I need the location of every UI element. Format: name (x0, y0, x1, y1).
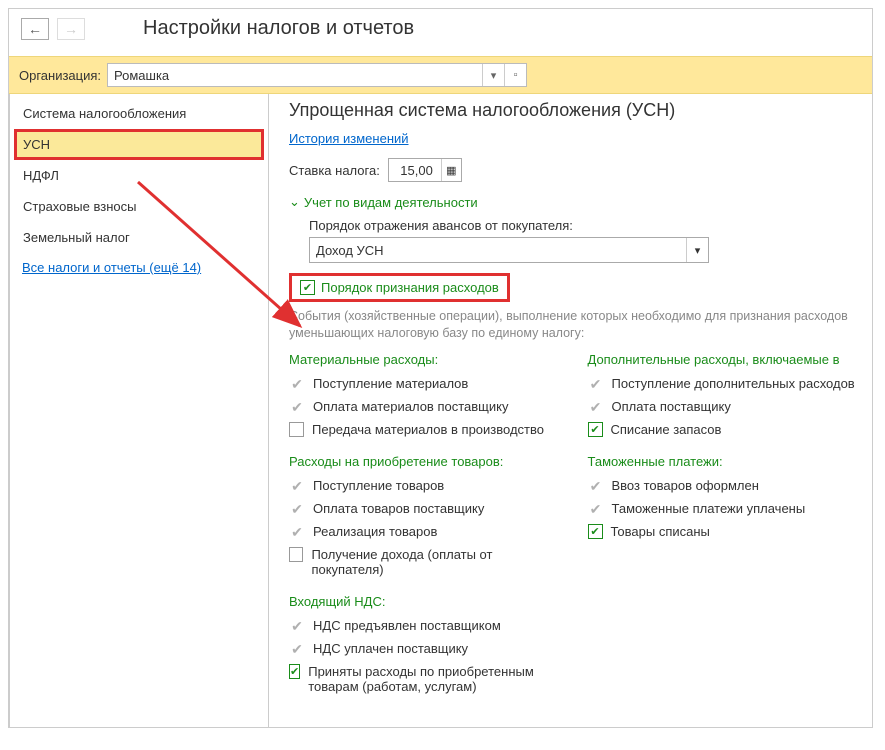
vat-accepted-checkbox[interactable] (289, 664, 300, 679)
check-icon: ✔ (289, 641, 305, 658)
sidebar-item-land-tax[interactable]: Земельный налог (14, 222, 264, 253)
chevron-down-icon: ⌄ (289, 194, 300, 210)
page-title: Настройки налогов и отчетов (143, 17, 414, 40)
sidebar: Система налогообложения УСН НДФЛ Страхов… (9, 94, 269, 728)
writeoff-checkbox[interactable] (588, 422, 603, 437)
description-text: События (хозяйственные операции), выполн… (289, 308, 856, 342)
material-transfer-checkbox[interactable] (289, 422, 304, 437)
check-icon: ✔ (588, 376, 604, 393)
main-title: Упрощенная система налогообложения (УСН) (289, 100, 856, 121)
org-dropdown-icon[interactable]: ▾ (482, 64, 504, 86)
sidebar-item-ndfl[interactable]: НДФЛ (14, 160, 264, 191)
income-receipt-checkbox[interactable] (289, 547, 303, 562)
recognition-label: Порядок признания расходов (321, 280, 499, 295)
recognition-checkbox[interactable]: ✔ (300, 280, 315, 295)
advance-combo[interactable]: Доход УСН ▾ (309, 237, 709, 263)
group-material-title: Материальные расходы: (289, 352, 558, 367)
org-select[interactable]: Ромашка ▾ ▫ (107, 63, 527, 87)
check-icon: ✔ (289, 524, 305, 541)
org-label: Организация: (19, 68, 101, 83)
activity-section-toggle[interactable]: ⌄ Учет по видам деятельности (289, 194, 856, 210)
calculator-icon[interactable]: ▦ (441, 159, 461, 181)
history-link[interactable]: История изменений (289, 131, 409, 146)
sidebar-item-usn[interactable]: УСН (14, 129, 264, 160)
check-icon: ✔ (289, 501, 305, 518)
recognition-highlight: ✔ Порядок признания расходов (289, 273, 510, 302)
group-additional-title: Дополнительные расходы, включаемые в (588, 352, 857, 367)
sidebar-item-tax-system[interactable]: Система налогообложения (14, 98, 264, 129)
group-customs-title: Таможенные платежи: (588, 454, 857, 469)
group-goods-title: Расходы на приобретение товаров: (289, 454, 558, 469)
advance-value: Доход УСН (310, 243, 686, 258)
sidebar-item-insurance[interactable]: Страховые взносы (14, 191, 264, 222)
check-icon: ✔ (588, 478, 604, 495)
rate-input[interactable]: 15,00 ▦ (388, 158, 462, 182)
org-open-icon[interactable]: ▫ (504, 64, 526, 86)
check-icon: ✔ (289, 618, 305, 635)
check-icon: ✔ (588, 399, 604, 416)
main-content: Упрощенная система налогообложения (УСН)… (269, 94, 872, 728)
sidebar-all-taxes-link[interactable]: Все налоги и отчеты (ещё 14) (14, 253, 264, 282)
rate-value: 15,00 (389, 163, 441, 178)
org-value: Ромашка (108, 68, 482, 83)
back-button[interactable]: ← (21, 18, 49, 40)
organization-bar: Организация: Ромашка ▾ ▫ (9, 56, 872, 94)
check-icon: ✔ (289, 376, 305, 393)
advance-label: Порядок отражения авансов от покупателя: (309, 218, 856, 233)
check-icon: ✔ (289, 399, 305, 416)
check-icon: ✔ (588, 501, 604, 518)
rate-label: Ставка налога: (289, 163, 380, 178)
goods-written-off-checkbox[interactable] (588, 524, 603, 539)
forward-button: → (57, 18, 85, 40)
combo-dropdown-icon[interactable]: ▾ (686, 238, 708, 262)
group-vat-title: Входящий НДС: (289, 594, 558, 609)
check-icon: ✔ (289, 478, 305, 495)
